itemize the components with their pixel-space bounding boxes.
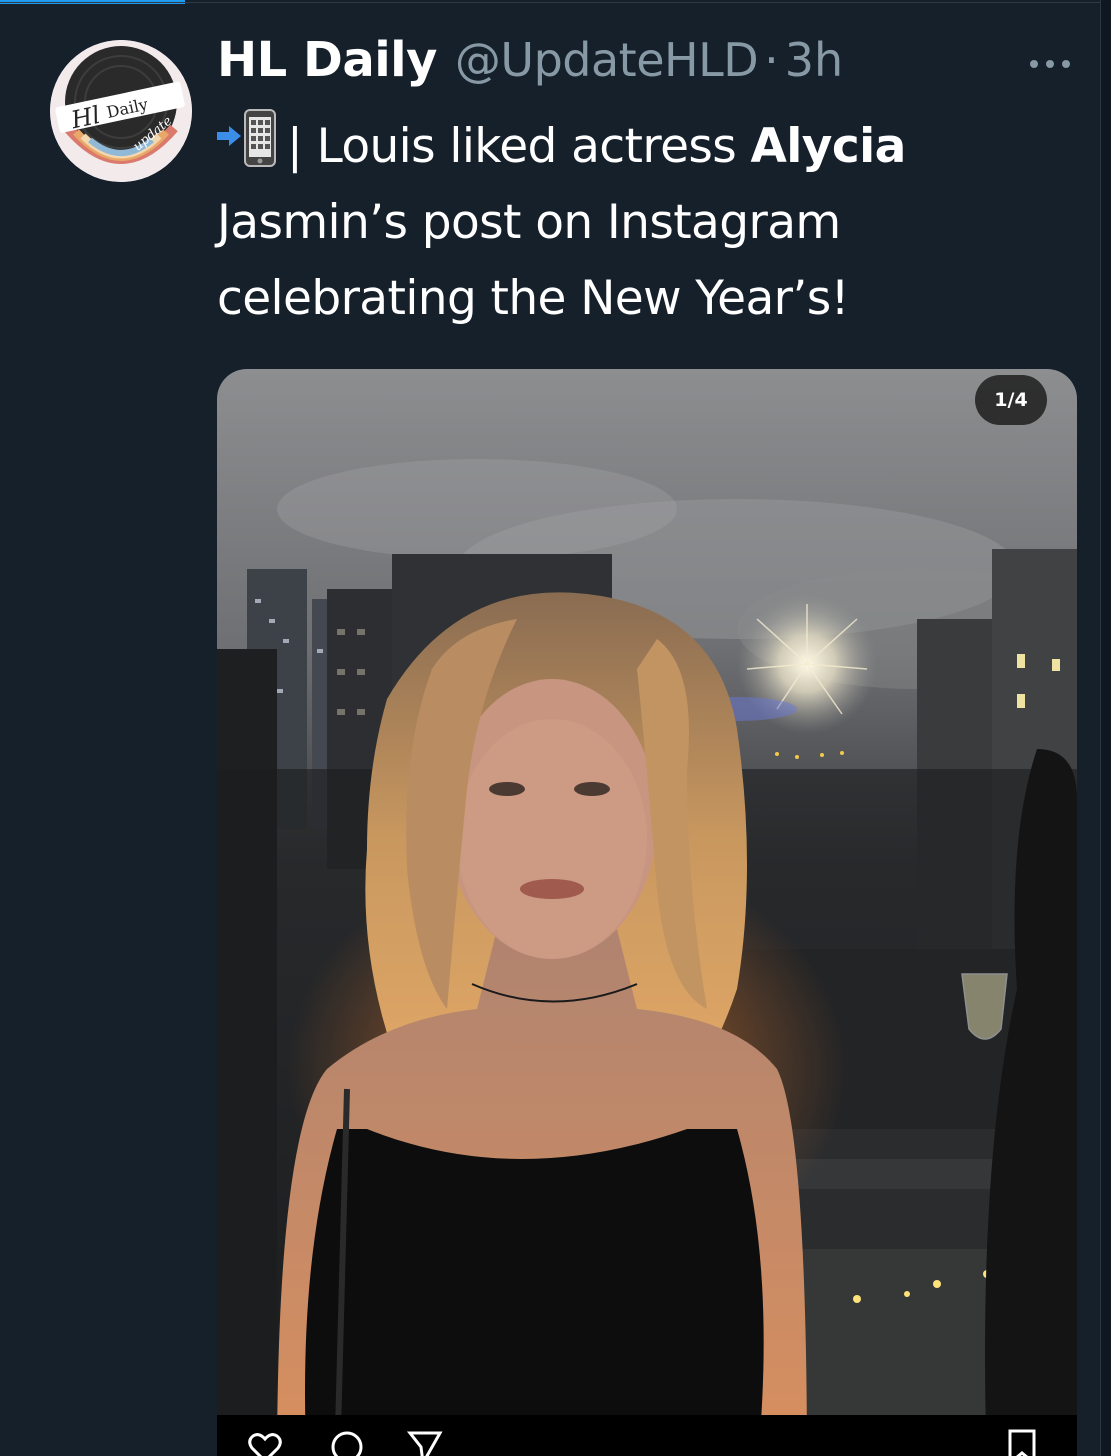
heart-icon[interactable] [247, 1429, 283, 1456]
display-name[interactable]: HL Daily [217, 32, 437, 88]
tweet-text-part2: Jasmin’s post on Instagram celebrating t… [217, 195, 849, 326]
instagram-action-bar [217, 1415, 1077, 1456]
top-divider [0, 2, 1111, 3]
separator-dot: · [764, 33, 779, 87]
avatar[interactable]: Hl Daily update [50, 40, 192, 182]
mobile-phone-with-arrow-icon [217, 108, 279, 168]
comment-icon[interactable] [329, 1429, 365, 1456]
tweet-photo[interactable]: 1/4 [217, 369, 1077, 1456]
share-icon[interactable] [407, 1429, 443, 1456]
tweet-text-bold-name: Alycia [750, 119, 907, 174]
tweet-text-part1: | Louis liked actress [287, 119, 751, 174]
timestamp[interactable]: 3h [785, 33, 843, 87]
user-handle[interactable]: @UpdateHLD [455, 33, 759, 87]
tweet-screen: Hl Daily update HL Daily @UpdateHLD · 3h [0, 0, 1111, 1456]
more-options-icon[interactable] [1025, 48, 1075, 78]
photo-image [217, 369, 1077, 1456]
hl-daily-logo: Hl Daily update [50, 40, 192, 182]
image-counter: 1/4 [975, 375, 1047, 425]
tweet-header: HL Daily @UpdateHLD · 3h [217, 32, 843, 96]
tweet-text: | Louis liked actress Alycia Jasmin’s po… [217, 108, 1077, 337]
bookmark-icon[interactable] [1007, 1429, 1037, 1456]
scrollbar-track[interactable] [1100, 0, 1111, 1456]
